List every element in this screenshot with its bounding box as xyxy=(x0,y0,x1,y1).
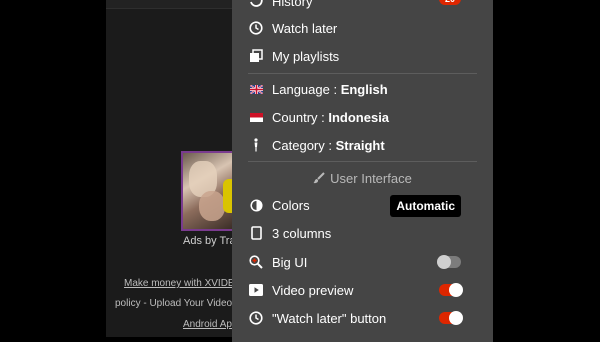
my-playlists-label: My playlists xyxy=(272,48,340,64)
menu-item-category[interactable]: Category : Straight xyxy=(248,131,477,159)
play-icon xyxy=(248,282,264,298)
columns-label: 3 columns xyxy=(272,225,332,241)
menu-item-country[interactable]: Country : Indonesia xyxy=(248,103,477,131)
clock-icon xyxy=(248,310,264,326)
menu-item-colors[interactable]: Colors Automatic xyxy=(248,191,477,219)
menu-item-columns[interactable]: 3 columns xyxy=(248,219,477,247)
uk-flag-icon xyxy=(248,81,264,97)
video-preview-label: Video preview xyxy=(272,282,354,298)
brush-icon xyxy=(313,172,325,184)
menu-item-history[interactable]: History 20 xyxy=(248,0,477,15)
video-preview-toggle[interactable] xyxy=(439,283,463,297)
menu-item-watch-later[interactable]: Watch later xyxy=(248,14,477,42)
history-label: History xyxy=(272,0,313,9)
menu-item-video-preview[interactable]: Video preview xyxy=(248,276,477,304)
big-ui-label: Big UI xyxy=(272,254,308,270)
make-money-link[interactable]: Make money with XVIDE xyxy=(124,278,235,289)
history-count-badge: 20 xyxy=(438,0,461,5)
language-prefix: Language : xyxy=(272,81,341,97)
menu-divider xyxy=(248,161,477,162)
indonesia-flag-icon xyxy=(248,109,264,125)
playlist-icon xyxy=(248,48,264,64)
user-interface-label: User Interface xyxy=(330,170,412,186)
colors-label: Colors xyxy=(272,197,310,213)
language-value: English xyxy=(340,81,388,97)
category-value: Straight xyxy=(335,137,385,153)
person-icon xyxy=(248,137,264,153)
colors-value-selector[interactable]: Automatic xyxy=(390,195,461,217)
country-value: Indonesia xyxy=(328,109,390,125)
watch-later-button-toggle[interactable] xyxy=(439,311,463,325)
android-app-link[interactable]: Android Ap xyxy=(183,319,232,330)
zoom-in-icon xyxy=(248,254,264,270)
tablet-icon xyxy=(248,225,264,241)
menu-item-my-playlists[interactable]: My playlists xyxy=(248,42,477,70)
contrast-icon xyxy=(248,197,264,213)
category-prefix: Category : xyxy=(272,137,336,153)
big-ui-toggle[interactable] xyxy=(437,255,461,269)
settings-menu: History 20 Watch later My playlists Lang… xyxy=(232,0,493,342)
watch-later-label: Watch later xyxy=(272,20,338,36)
watch-later-button-label: "Watch later" button xyxy=(272,310,387,326)
clock-icon xyxy=(248,20,264,36)
ad-thumbnail[interactable] xyxy=(181,151,235,231)
menu-item-language[interactable]: Language : English xyxy=(248,75,477,103)
user-interface-section-header: User Interface xyxy=(232,168,493,188)
menu-divider xyxy=(248,73,477,74)
history-icon xyxy=(248,0,264,9)
menu-item-watch-later-button[interactable]: "Watch later" button xyxy=(248,304,477,332)
ads-by-label: Ads by Tra xyxy=(183,235,236,247)
menu-item-big-ui[interactable]: Big UI xyxy=(248,248,477,276)
upload-policy-link[interactable]: policy - Upload Your Video xyxy=(115,298,232,309)
country-prefix: Country : xyxy=(272,109,329,125)
